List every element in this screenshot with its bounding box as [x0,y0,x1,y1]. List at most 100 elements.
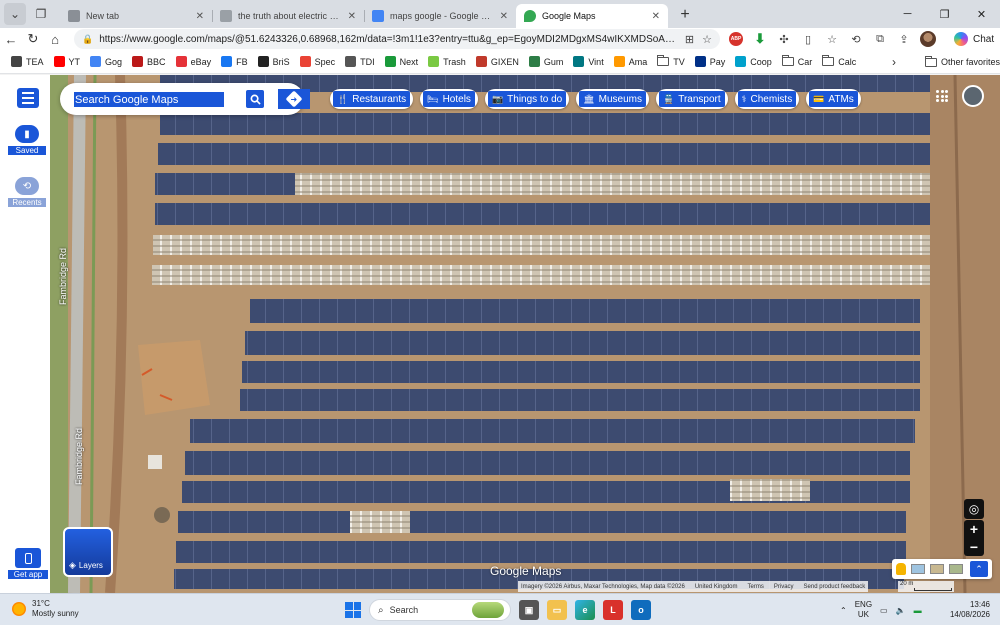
weather-widget[interactable]: 31°C Mostly sunny [12,599,79,619]
bookmark-item[interactable]: Calc [817,50,861,74]
split-screen-icon[interactable]: ⊞ [685,33,694,46]
workspaces-icon[interactable]: ❐ [30,3,52,25]
my-location-icon[interactable]: ◎ [964,499,984,519]
zoom-in-icon[interactable]: + [970,520,978,538]
other-favorites[interactable]: Other favorites [920,50,1000,74]
bookmark-item[interactable]: BBC [127,50,171,74]
share-icon[interactable]: ⇪ [892,28,916,50]
layers-button[interactable]: ◈ Layers [63,527,113,577]
category-chip[interactable]: 🍴 Restaurants [330,89,414,109]
bookmark-item[interactable]: Next [380,50,424,74]
bookmark-item[interactable]: FB [216,50,253,74]
volume-icon[interactable]: 🔈 [896,606,906,615]
bookmark-item[interactable]: TV [652,50,690,74]
tab-close-icon[interactable]: ✕ [500,11,508,22]
category-chip[interactable]: 🚆 Transport [656,89,728,109]
home-icon[interactable]: ⌂ [44,28,66,50]
address-url[interactable]: https://www.google.com/maps/@51.6243326,… [99,34,677,45]
search-box[interactable] [60,83,310,115]
close-window-icon[interactable]: ✕ [963,0,1000,28]
favorites-icon[interactable]: ☆ [820,28,844,50]
category-chip[interactable]: 🛏 Hotels [420,89,478,109]
saved-button[interactable]: ▮ Saved [8,125,46,155]
category-chip[interactable]: 📷 Things to do [484,89,570,109]
outlook-icon[interactable]: o [631,600,651,620]
extensions-icon[interactable]: ✣ [772,28,796,50]
bookmark-item[interactable]: eBay [171,50,217,74]
battery-icon[interactable]: ▬ [914,606,922,615]
restore-icon[interactable]: ❐ [926,0,963,28]
tab-actions-menu-icon[interactable]: ⌄ [4,3,26,25]
maps-menu-button[interactable] [17,88,39,108]
feedback-link[interactable]: Send product feedback [804,584,866,590]
google-apps-icon[interactable] [936,90,948,102]
bookmark-item[interactable]: Gum [524,50,569,74]
category-chip[interactable]: 💳 ATMs [806,89,861,109]
bookmarks-overflow-icon[interactable]: › [892,50,896,74]
directions-icon[interactable] [278,89,310,109]
history-icon[interactable]: ⟲ [844,28,868,50]
bookmark-item[interactable]: BriS [253,50,295,74]
get-app-button[interactable]: Get app [8,548,48,579]
bookmark-item[interactable]: Pay [690,50,731,74]
tray-overflow-icon[interactable]: ⌃ [840,606,847,615]
imagery-thumb-1[interactable] [911,564,925,574]
bookmark-item[interactable]: Vint [568,50,608,74]
download-icon[interactable]: ⬇ [748,28,772,50]
bookmark-item[interactable]: Spec [295,50,341,74]
edge-icon[interactable]: e [575,600,595,620]
pegman-icon[interactable] [896,563,906,575]
search-icon[interactable] [246,90,264,108]
address-bar[interactable]: 🔒 https://www.google.com/maps/@51.624332… [74,29,720,49]
tab-close-icon[interactable]: ✕ [652,11,660,22]
privacy-link[interactable]: Privacy [774,584,794,590]
collections-icon[interactable]: ⧉ [868,28,892,50]
account-avatar[interactable] [962,85,984,107]
bookmark-item[interactable]: TEA [6,50,49,74]
tab-close-icon[interactable]: ✕ [348,11,356,22]
bookmark-item[interactable]: Car [777,50,818,74]
expand-up-icon[interactable]: ⌃ [970,561,988,577]
l-app-icon[interactable]: L [603,600,623,620]
language-indicator[interactable]: ENG UK [855,600,872,620]
bookmark-item[interactable]: TDI [340,50,380,74]
category-chip[interactable]: ⚕ Chemists [734,89,800,109]
imagery-thumb-3[interactable] [949,564,963,574]
imagery-thumb-2[interactable] [930,564,944,574]
taskbar-search[interactable]: ⌕ Search [369,599,511,621]
bookmark-item[interactable]: Ama [609,50,653,74]
display-icon[interactable]: ▭ [880,606,888,615]
adblock-icon[interactable]: ABP [724,28,748,50]
profile-avatar[interactable] [916,28,940,50]
clock[interactable]: 13:46 14/08/2026 [948,600,990,620]
refresh-icon[interactable]: ↻ [22,28,44,50]
bookmark-item[interactable]: GIXEN [471,50,524,74]
category-chip[interactable]: 🏛 Museums [576,89,649,109]
browser-tab[interactable]: New tab ✕ [60,4,212,28]
bookmark-item[interactable]: YT [49,50,86,74]
fambridge-road[interactable] [68,75,86,593]
scale-bar[interactable]: 20 m [898,581,954,592]
task-view-icon[interactable]: ▣ [519,600,539,620]
copilot-chat-button[interactable]: Chat [954,32,994,46]
tab-close-icon[interactable]: ✕ [196,11,204,22]
terms-link[interactable]: Terms [748,584,764,590]
sidebar-toggle-icon[interactable]: ▯ [796,28,820,50]
country-link[interactable]: United Kingdom [695,584,738,590]
lock-icon[interactable]: 🔒 [82,34,93,45]
bookmark-item[interactable]: Trash [423,50,471,74]
browser-tab[interactable]: Google Maps ✕ [516,4,668,28]
recents-button[interactable]: ⟲ Recents [8,177,46,207]
zoom-out-icon[interactable]: − [970,538,978,556]
browser-tab[interactable]: the truth about electric cars - Pag ✕ [212,4,364,28]
file-explorer-icon[interactable]: ▭ [547,600,567,620]
bookmark-item[interactable]: Gog [85,50,127,74]
new-tab-button[interactable]: + [674,4,696,26]
browser-tab[interactable]: maps google - Google Search ✕ [364,4,516,28]
minimize-icon[interactable]: ─ [889,0,926,28]
satellite-map-canvas[interactable]: Fambridge Rd Fambridge Rd [50,75,1000,593]
satellite-imagery[interactable] [50,75,1000,593]
back-icon[interactable]: ← [0,28,22,50]
favorite-star-icon[interactable]: ☆ [702,33,712,46]
bookmark-item[interactable]: Coop [730,50,777,74]
